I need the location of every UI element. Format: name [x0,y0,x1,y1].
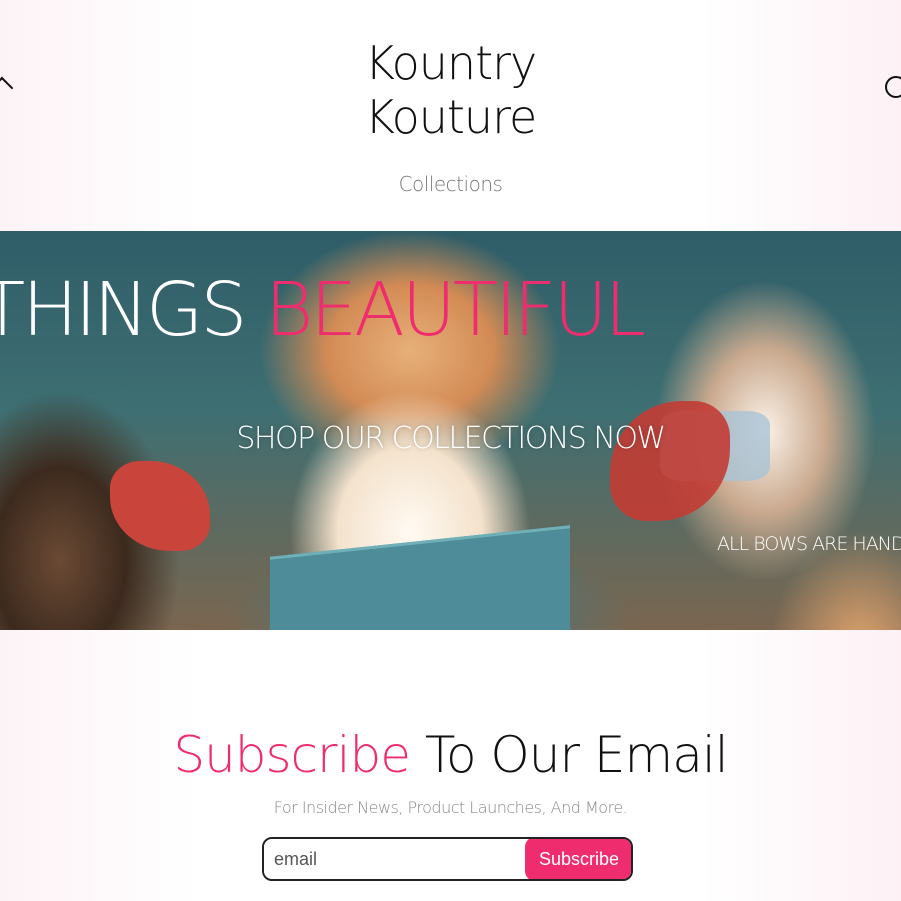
email-input[interactable] [264,839,536,879]
subscribe-button[interactable]: Subscribe [525,839,631,879]
brand-logo[interactable]: Kountry Kouture [0,36,901,144]
subscribe-heading: Subscribe To Our Email [0,726,901,784]
hero-bow-right [610,401,730,521]
subscribe-heading-accent: Subscribe [173,726,411,784]
hero-tagline-accent: BEAUTIFUL [264,267,646,353]
hero-tagline-part1: THINGS [0,267,247,353]
hero-bow-left [110,461,210,551]
hero-tagline: THINGS BEAUTIFUL [0,267,646,353]
hero-banner[interactable]: THINGS BEAUTIFUL SHOP OUR COLLECTIONS NO… [0,231,901,630]
brand-line-2: Kouture [364,90,538,144]
hero-gift-box [270,525,570,630]
brand-line-1: Kountry [364,36,538,90]
subscribe-form: Subscribe [262,837,633,881]
nav-link-collections[interactable]: Collections [0,172,901,196]
shop-collections-link[interactable]: SHOP OUR COLLECTIONS NOW [0,421,901,456]
subscribe-subtext: For Insider News, Product Launches, And … [273,798,628,817]
hero-note: ALL BOWS ARE HANDI [717,533,901,555]
subscribe-heading-rest: To Our Email [424,726,729,784]
